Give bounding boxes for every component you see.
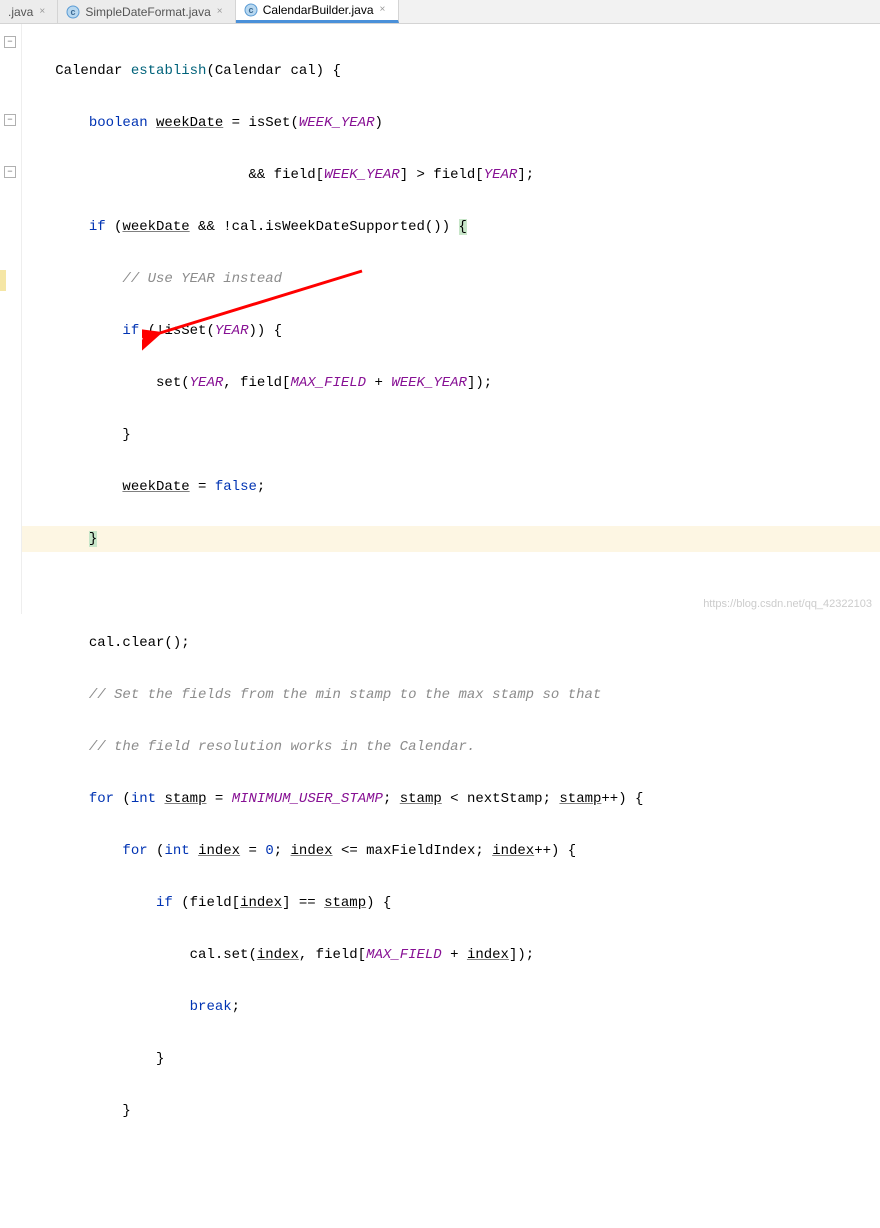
code-line[interactable]: boolean weekDate = isSet(WEEK_YEAR) (22, 110, 880, 136)
code-line[interactable]: set(YEAR, field[MAX_FIELD + WEEK_YEAR]); (22, 370, 880, 396)
code-line[interactable]: break; (22, 994, 880, 1020)
editor-tabs: .java × c SimpleDateFormat.java × c Cale… (0, 0, 880, 24)
class-icon: c (66, 5, 80, 19)
code-line[interactable]: } (22, 526, 880, 552)
code-line[interactable]: if (weekDate && !cal.isWeekDateSupported… (22, 214, 880, 240)
code-line[interactable]: // Set the fields from the min stamp to … (22, 682, 880, 708)
gutter: − − − (0, 24, 22, 614)
code-line[interactable]: // the field resolution works in the Cal… (22, 734, 880, 760)
fold-icon[interactable]: − (4, 166, 16, 178)
code-area[interactable]: Calendar establish(Calendar cal) { boole… (22, 24, 880, 614)
code-line[interactable]: for (int index = 0; index <= maxFieldInd… (22, 838, 880, 864)
tab-calendarbuilder[interactable]: c CalendarBuilder.java × (236, 0, 399, 23)
tab-simpledateformat[interactable]: c SimpleDateFormat.java × (58, 0, 235, 23)
tab-java[interactable]: .java × (0, 0, 58, 23)
watermark: https://blog.csdn.net/qq_42322103 (703, 598, 872, 610)
code-line[interactable]: weekDate = false; (22, 474, 880, 500)
fold-icon[interactable]: − (4, 114, 16, 126)
warning-marker (0, 270, 6, 291)
svg-text:c: c (248, 5, 253, 15)
class-icon: c (244, 3, 258, 17)
code-line[interactable]: && field[WEEK_YEAR] > field[YEAR]; (22, 162, 880, 188)
code-line[interactable]: for (int stamp = MINIMUM_USER_STAMP; sta… (22, 786, 880, 812)
code-line[interactable]: } (22, 422, 880, 448)
tab-label: .java (8, 5, 33, 19)
close-icon[interactable]: × (380, 5, 390, 15)
code-line[interactable]: // Use YEAR instead (22, 266, 880, 292)
svg-text:c: c (71, 7, 76, 17)
code-line[interactable]: } (22, 1046, 880, 1072)
code-editor[interactable]: − − − Calendar establish(Calendar cal) {… (0, 24, 880, 614)
close-icon[interactable]: × (39, 7, 49, 17)
code-line[interactable]: if (!isSet(YEAR)) { (22, 318, 880, 344)
close-icon[interactable]: × (217, 7, 227, 17)
tab-label: CalendarBuilder.java (263, 3, 374, 17)
code-line[interactable]: cal.set(index, field[MAX_FIELD + index])… (22, 942, 880, 968)
fold-icon[interactable]: − (4, 36, 16, 48)
code-line[interactable]: } (22, 1098, 880, 1124)
tab-label: SimpleDateFormat.java (85, 5, 210, 19)
code-line[interactable]: Calendar establish(Calendar cal) { (22, 58, 880, 84)
code-line[interactable]: if (field[index] == stamp) { (22, 890, 880, 916)
code-line[interactable]: cal.clear(); (22, 630, 880, 656)
